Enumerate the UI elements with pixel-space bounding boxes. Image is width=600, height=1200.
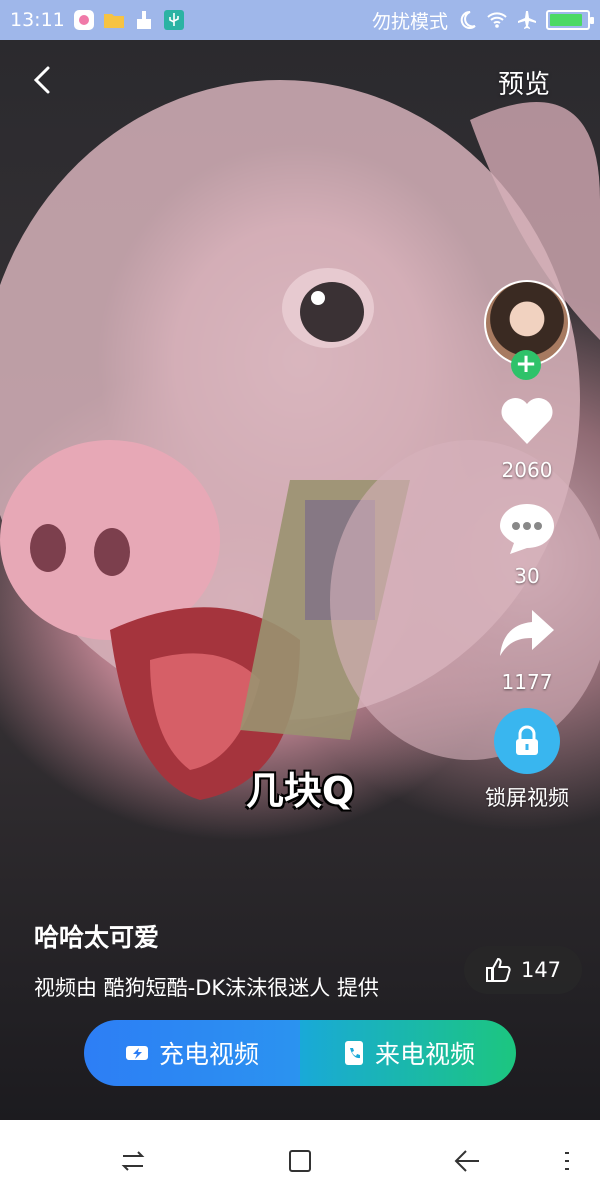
system-nav-bar — [0, 1120, 600, 1200]
home-button[interactable] — [285, 1146, 315, 1176]
app-notification-icon — [73, 9, 95, 31]
video-title: 哈哈太可爱 — [34, 923, 160, 952]
battery-charge-icon — [125, 1046, 148, 1060]
switch-arrows-icon — [121, 1151, 145, 1171]
charge-video-button[interactable]: 充电视频 — [84, 1020, 300, 1086]
call-video-label: 来电视频 — [374, 1040, 475, 1069]
phone-card-icon — [344, 1041, 363, 1065]
cleaner-icon — [133, 9, 155, 31]
airplane-icon — [516, 9, 538, 31]
top-bar: 预览 — [0, 40, 600, 120]
call-video-button[interactable]: 来电视频 — [300, 1020, 516, 1086]
thumbs-up-button[interactable]: 147 — [464, 946, 582, 994]
share-count: 1177 — [501, 670, 553, 694]
video-info: 哈哈太可爱 视频由 酷狗短酷-DK沫沫很迷人 提供 — [34, 918, 379, 1002]
chevron-left-icon — [33, 66, 50, 94]
share-action[interactable]: 1177 — [496, 602, 558, 694]
battery-fill — [550, 14, 583, 26]
usb-icon — [163, 9, 185, 31]
thumbs-up-count: 147 — [520, 958, 562, 982]
switch-apps-button[interactable] — [118, 1146, 148, 1176]
status-time: 13:11 — [10, 9, 65, 31]
share-arrow-icon — [500, 610, 554, 656]
charge-video-label: 充电视频 — [158, 1040, 259, 1069]
video-credit: 视频由 酷狗短酷-DK沫沫很迷人 提供 — [34, 976, 379, 1000]
square-icon — [289, 1150, 311, 1172]
follow-button[interactable]: + — [511, 350, 541, 380]
back-button[interactable] — [28, 62, 58, 98]
lock-icon — [516, 725, 538, 755]
comment-count: 30 — [514, 564, 540, 588]
moon-icon — [456, 9, 478, 31]
heart-icon — [501, 397, 553, 444]
status-bar: 13:11 勿扰模式 — [0, 0, 600, 40]
folder-icon — [103, 9, 125, 31]
like-action[interactable]: 2060 — [496, 390, 558, 482]
dnd-label: 勿扰模式 — [371, 10, 448, 33]
comment-action[interactable]: 30 — [496, 496, 558, 588]
battery-icon — [546, 10, 594, 30]
menu-button[interactable] — [552, 1146, 582, 1176]
menu-dots-icon — [565, 1152, 569, 1170]
wifi-icon — [486, 9, 508, 31]
action-rail: + 2060 30 1177 锁屏视频 — [482, 280, 572, 826]
back-arrow-icon — [454, 1150, 479, 1172]
back-nav-button[interactable] — [452, 1146, 482, 1176]
author-avatar[interactable]: + — [484, 280, 570, 380]
video-type-buttons: 充电视频 来电视频 — [84, 1020, 516, 1086]
thumbs-up-icon — [485, 957, 511, 982]
preview-button[interactable]: 预览 — [498, 64, 550, 101]
like-count: 2060 — [501, 458, 553, 482]
comment-bubble-icon — [500, 504, 554, 554]
video-caption-overlay: 几块Q — [245, 769, 355, 813]
